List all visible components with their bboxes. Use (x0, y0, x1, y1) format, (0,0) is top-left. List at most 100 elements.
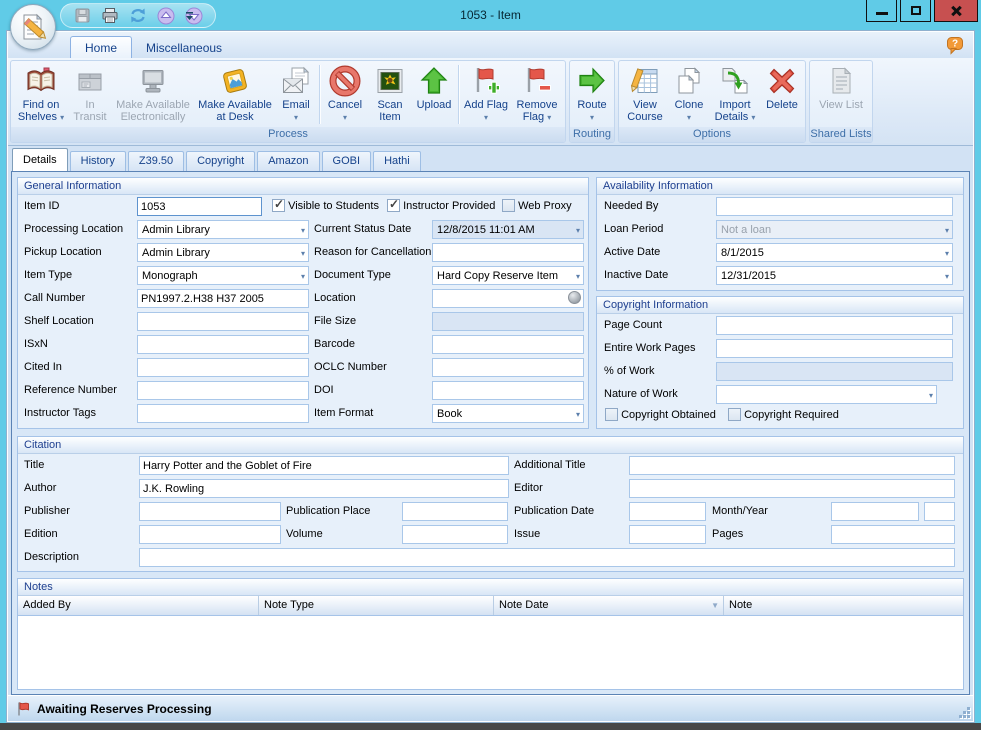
ribbon-tab-miscellaneous[interactable]: Miscellaneous (132, 37, 236, 58)
issue-input[interactable] (629, 525, 706, 544)
close-button[interactable] (934, 0, 978, 22)
loan-period-combo[interactable]: Not a loan▾ (716, 220, 953, 239)
ribbon-button-remove-flag[interactable]: RemoveFlag ▾ (511, 62, 563, 127)
tab-history[interactable]: History (70, 151, 126, 171)
inactive-date-combo[interactable]: 12/31/2015▾ (716, 266, 953, 285)
dropdown-arrow-icon[interactable]: ▾ (576, 272, 580, 281)
tab-z3950[interactable]: Z39.50 (128, 151, 184, 171)
location-lookup-icon[interactable] (568, 291, 581, 304)
tab-hathi[interactable]: Hathi (373, 151, 421, 171)
dropdown-arrow-icon[interactable]: ▾ (576, 226, 580, 235)
checkbox-icon[interactable] (272, 199, 285, 212)
tab-gobi[interactable]: GOBI (322, 151, 372, 171)
ribbon-button-cancel[interactable]: Cancel▾ (322, 62, 368, 127)
tab-amazon[interactable]: Amazon (257, 151, 319, 171)
column-header-added-by[interactable]: Added By (18, 596, 259, 615)
dropdown-arrow-icon[interactable]: ▾ (576, 410, 580, 419)
tab-details[interactable]: Details (12, 148, 68, 171)
document-type-combo[interactable]: Hard Copy Reserve Item▾ (432, 266, 584, 285)
description-input[interactable] (139, 548, 955, 567)
print-icon[interactable] (99, 6, 121, 26)
current-status-date-combo[interactable]: 12/8/2015 11:01 AM▾ (432, 220, 584, 239)
ribbon-button-clone[interactable]: Clone▾ (669, 62, 709, 127)
isxn-input[interactable] (137, 335, 309, 354)
ribbon-button-route[interactable]: Route▾ (572, 62, 612, 127)
publication-place-input[interactable] (402, 502, 508, 521)
help-icon[interactable]: ? (945, 36, 965, 56)
checkbox-copyright-required[interactable]: Copyright Required (728, 408, 839, 421)
checkbox-web-proxy[interactable]: Web Proxy (502, 199, 572, 212)
barcode-input[interactable] (432, 335, 584, 354)
oclc-number-input[interactable] (432, 358, 584, 377)
dropdown-arrow-icon[interactable]: ▾ (945, 226, 949, 235)
reference-number-input[interactable] (137, 381, 309, 400)
notes-grid-body[interactable] (18, 616, 963, 689)
ribbon-button-make-available-electronically[interactable]: Make AvailableElectronically (111, 62, 195, 127)
titlebar[interactable]: 1053 - Item (0, 0, 981, 30)
dropdown-arrow-icon[interactable]: ▾ (929, 391, 933, 400)
save-icon[interactable] (71, 6, 93, 26)
dropdown-arrow-icon[interactable]: ▾ (301, 249, 305, 258)
column-header-note[interactable]: Note (724, 596, 963, 615)
pickup-location-combo[interactable]: Admin Library▾ (137, 243, 309, 262)
publication-date-input[interactable] (629, 502, 706, 521)
column-header-note-date[interactable]: Note Date▼ (494, 596, 724, 615)
shelf-location-input[interactable] (137, 312, 309, 331)
pages-input[interactable] (831, 525, 955, 544)
page-count-input[interactable] (716, 316, 953, 335)
dropdown-arrow-icon[interactable]: ▾ (945, 249, 949, 258)
item-format-combo[interactable]: Book▾ (432, 404, 584, 423)
move-up-icon[interactable] (155, 6, 177, 26)
needed-by-input[interactable] (716, 197, 953, 216)
resize-grip[interactable] (957, 705, 971, 719)
dropdown-arrow-icon[interactable]: ▾ (301, 226, 305, 235)
doi-input[interactable] (432, 381, 584, 400)
ribbon-button-import-details[interactable]: ImportDetails ▾ (709, 62, 761, 127)
ribbon-button-email[interactable]: Email▾ (275, 62, 317, 127)
checkbox-instructor-provided[interactable]: Instructor Provided (387, 199, 495, 212)
active-date-combo[interactable]: 8/1/2015▾ (716, 243, 953, 262)
ribbon-button-in-transit[interactable]: InTransit (69, 62, 111, 127)
month-input[interactable] (831, 502, 919, 521)
ribbon-button-find-on-shelves[interactable]: Find onShelves ▾ (13, 62, 69, 127)
processing-location-combo[interactable]: Admin Library▾ (137, 220, 309, 239)
editor-input[interactable] (629, 479, 955, 498)
edition-input[interactable] (139, 525, 281, 544)
ribbon-tab-home[interactable]: Home (70, 36, 132, 58)
volume-input[interactable] (402, 525, 508, 544)
tab-copyright[interactable]: Copyright (186, 151, 255, 171)
author-input[interactable] (139, 479, 509, 498)
customize-qat-icon[interactable] (182, 8, 196, 24)
ribbon-button-scan-item[interactable]: ScanItem (368, 62, 412, 127)
checkbox-visible-to-students[interactable]: Visible to Students (272, 199, 379, 212)
app-menu-button[interactable] (10, 4, 56, 50)
item-type-combo[interactable]: Monograph▾ (137, 266, 309, 285)
dropdown-arrow-icon[interactable]: ▾ (945, 272, 949, 281)
nature-of-work-combo[interactable]: ▾✕ (716, 385, 937, 404)
year-input[interactable] (924, 502, 955, 521)
location-input[interactable] (432, 289, 584, 308)
reason-for-cancellation-input[interactable] (432, 243, 584, 262)
ribbon-button-view-course[interactable]: ViewCourse (621, 62, 669, 127)
checkbox-icon[interactable] (728, 408, 741, 421)
column-header-note-type[interactable]: Note Type (259, 596, 494, 615)
refresh-icon[interactable] (127, 6, 149, 26)
maximize-button[interactable] (900, 0, 931, 22)
checkbox-icon[interactable] (502, 199, 515, 212)
ribbon-button-view-list[interactable]: View List (812, 62, 870, 127)
additional-title-input[interactable] (629, 456, 955, 475)
call-number-input[interactable] (137, 289, 309, 308)
checkbox-icon[interactable] (605, 408, 618, 421)
publisher-input[interactable] (139, 502, 281, 521)
item-id-input[interactable] (137, 197, 262, 216)
title-input[interactable] (139, 456, 509, 475)
cited-in-input[interactable] (137, 358, 309, 377)
checkbox-copyright-obtained[interactable]: Copyright Obtained (605, 408, 716, 421)
minimize-button[interactable] (866, 0, 897, 22)
entire-work-pages-input[interactable] (716, 339, 953, 358)
ribbon-button-add-flag[interactable]: Add Flag▾ (461, 62, 511, 127)
checkbox-icon[interactable] (387, 199, 400, 212)
instructor-tags-input[interactable] (137, 404, 309, 423)
ribbon-button-make-available-at-desk[interactable]: Make Availableat Desk (195, 62, 275, 127)
ribbon-button-delete[interactable]: Delete (761, 62, 803, 127)
